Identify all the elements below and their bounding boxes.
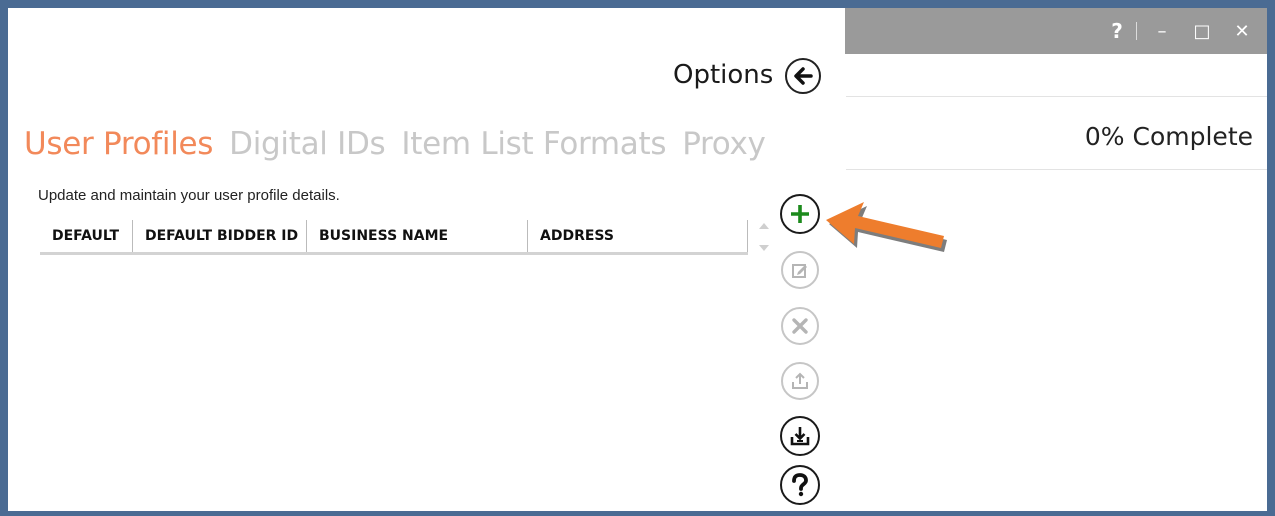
edit-icon [792,264,807,278]
tab-item-list-formats[interactable]: Item List Formats [401,126,666,162]
divider-top [846,96,1267,97]
column-header-default-bidder-id[interactable]: DEFAULT BIDDER ID [133,220,307,252]
tab-proxy[interactable]: Proxy [682,126,766,162]
question-icon [792,473,808,497]
x-icon [792,318,808,334]
import-profile-button[interactable] [780,416,820,456]
help-button[interactable] [780,465,820,505]
page-title: Options [673,60,774,90]
plus-icon [791,205,809,223]
callout-arrow-icon [826,202,947,252]
export-profile-button[interactable] [781,362,819,400]
table-header: DEFAULT DEFAULT BIDDER ID BUSINESS NAME … [40,220,748,255]
app-window: ? – □ ✕ Options 0% Complete User Profile… [0,0,1275,516]
controls-divider [1136,22,1137,40]
scroll-down-icon[interactable] [759,245,769,251]
download-icon [790,427,810,446]
minimize-icon[interactable]: – [1145,15,1179,47]
user-profiles-table: DEFAULT DEFAULT BIDDER ID BUSINESS NAME … [40,220,748,255]
upload-icon [792,372,808,389]
tab-digital-ids[interactable]: Digital IDs [229,126,386,162]
section-description: Update and maintain your user profile de… [38,187,340,204]
edit-profile-button[interactable] [781,251,819,289]
table-scrollbar[interactable] [758,221,770,257]
scroll-up-icon[interactable] [759,223,769,229]
back-button[interactable] [785,58,821,94]
add-profile-button[interactable] [780,194,820,234]
window-controls: ? – □ ✕ [1106,8,1259,54]
divider-bottom [846,169,1267,170]
column-header-business-name[interactable]: BUSINESS NAME [307,220,528,252]
progress-status: 0% Complete [1084,122,1253,151]
close-icon[interactable]: ✕ [1225,15,1259,47]
maximize-icon[interactable]: □ [1185,15,1219,47]
tab-bar: User Profiles Digital IDs Item List Form… [24,126,766,162]
title-bar: ? – □ ✕ [845,8,1267,54]
column-header-address[interactable]: ADDRESS [528,220,748,252]
arrow-left-icon [794,67,813,85]
delete-profile-button[interactable] [781,307,819,345]
help-window-icon[interactable]: ? [1106,15,1128,47]
column-header-default[interactable]: DEFAULT [40,220,133,252]
tab-user-profiles[interactable]: User Profiles [24,126,213,162]
